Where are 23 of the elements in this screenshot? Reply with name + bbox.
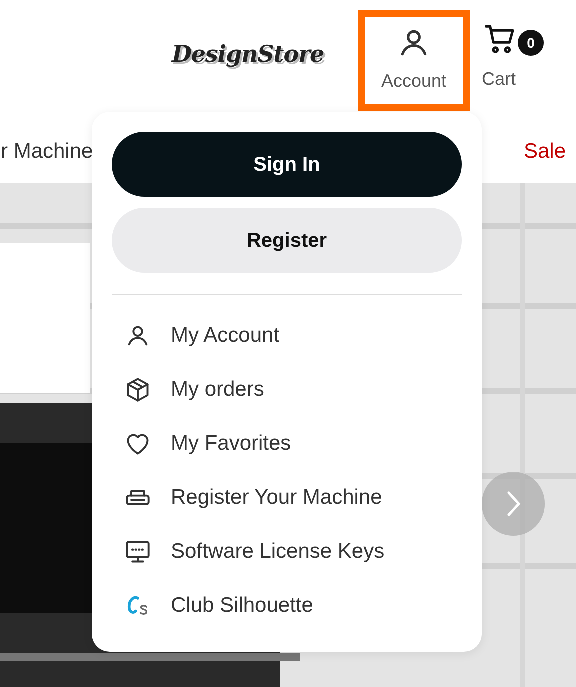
menu-item-label: My orders — [171, 377, 264, 404]
register-button[interactable]: Register — [112, 208, 462, 273]
box-icon — [125, 377, 151, 403]
menu-item-label: My Favorites — [171, 431, 292, 458]
menu-item[interactable]: My orders — [112, 363, 462, 417]
menu-item[interactable]: My Account — [112, 309, 462, 363]
menu-item[interactable]: Software License Keys — [112, 525, 462, 579]
chevron-right-icon — [504, 490, 522, 518]
nav-link[interactable]: r Machine — [1, 136, 94, 168]
nav-link[interactable]: Sale — [524, 136, 566, 168]
store-logo[interactable]: DesignStore — [172, 38, 324, 72]
menu-item-label: My Account — [171, 323, 280, 350]
menu-item[interactable]: Register Your Machine — [112, 471, 462, 525]
menu-item[interactable]: Club Silhouette — [112, 579, 462, 633]
menu-item-label: Software License Keys — [171, 539, 385, 566]
account-button[interactable]: Account — [358, 10, 470, 111]
cart-button[interactable]: Cart 0 — [480, 24, 550, 93]
cart-count-badge: 0 — [518, 30, 544, 56]
menu-item[interactable]: My Favorites — [112, 417, 462, 471]
monitor-icon — [125, 539, 151, 565]
menu-item-label: Club Silhouette — [171, 593, 314, 620]
menu-item-label: Register Your Machine — [171, 485, 382, 512]
sign-in-button[interactable]: Sign In — [112, 132, 462, 197]
